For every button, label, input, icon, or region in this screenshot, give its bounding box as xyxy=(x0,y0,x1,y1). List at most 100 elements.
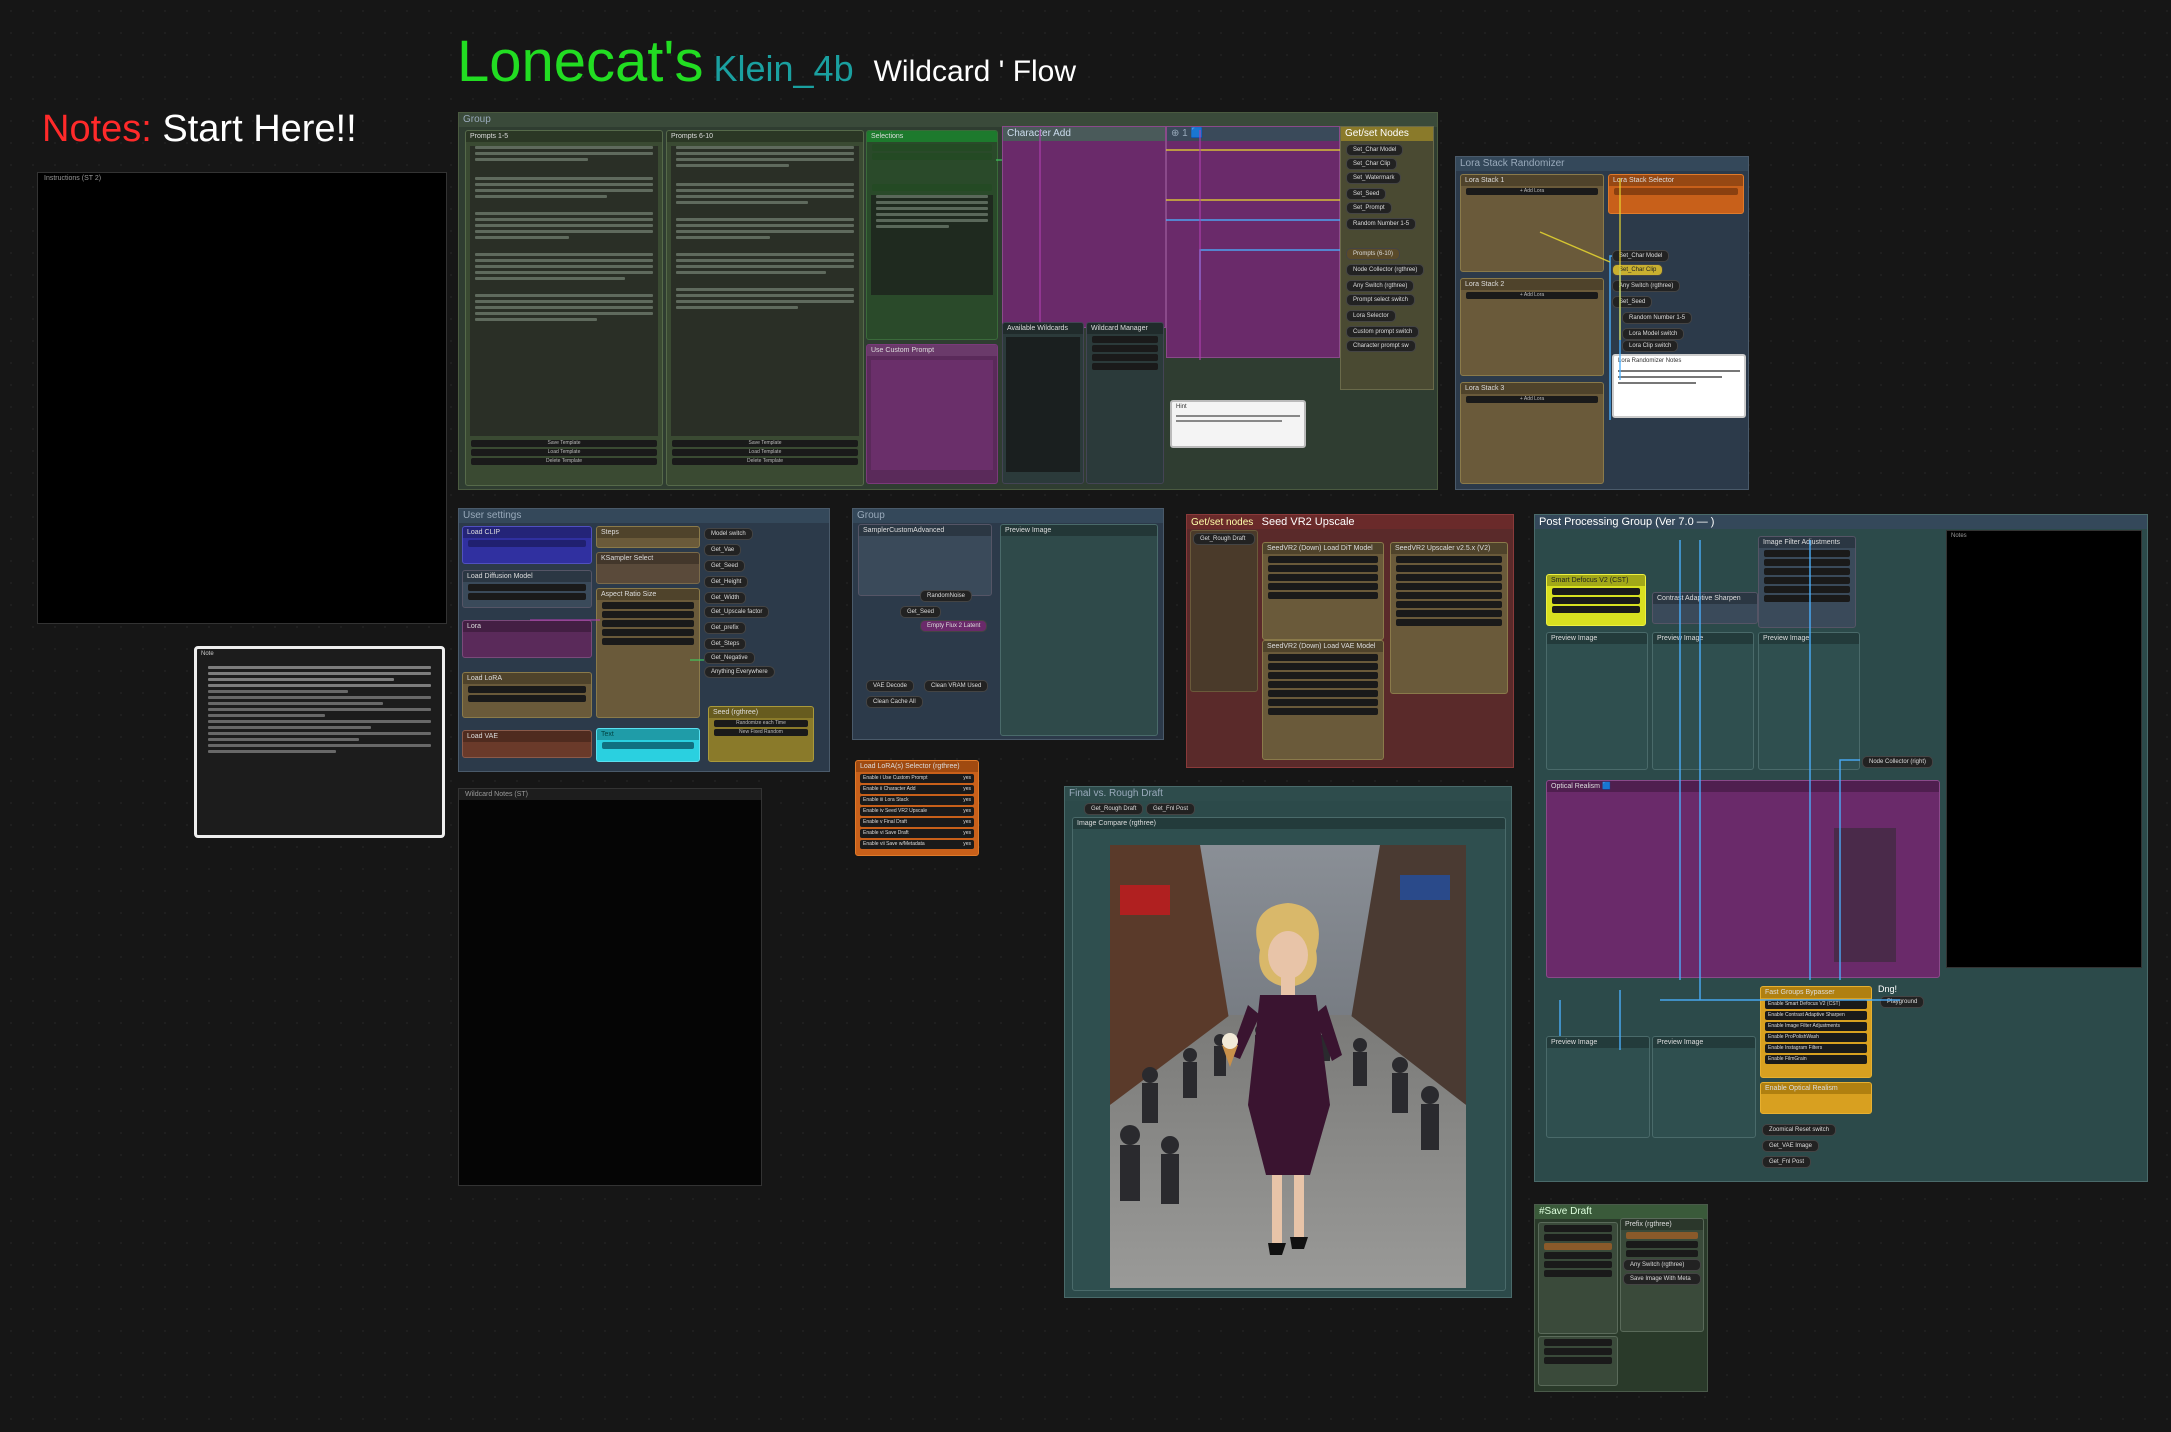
save-image-meta[interactable]: Save Image With Meta xyxy=(1623,1273,1701,1285)
toggle-row[interactable]: Enable i Use Custom Prompt yes xyxy=(860,774,974,783)
prompts-6-10-node[interactable]: Prompts 6-10 Save Template Load Template… xyxy=(666,130,864,486)
load-vae-node[interactable]: Load VAE xyxy=(462,730,592,758)
any-switch[interactable]: Any Switch (rgthree) xyxy=(1346,280,1415,292)
lora-stack-selector-node[interactable]: Lora Stack Selector xyxy=(1608,174,1744,214)
model-switch[interactable]: Model switch xyxy=(704,528,753,540)
pp-toggle-row[interactable]: Enable ProPolishWash xyxy=(1765,1033,1867,1042)
set-prompt[interactable]: Set_Prompt xyxy=(1346,202,1392,214)
seed-rgthree-node[interactable]: Seed (rgthree) Randomize each Time New F… xyxy=(708,706,814,762)
lora-selector[interactable]: Lora Selector xyxy=(1346,310,1396,322)
get-fnl-post[interactable]: Get_Fnl Post xyxy=(1762,1156,1812,1168)
any-switch-save[interactable]: Any Switch (rgthree) xyxy=(1623,1259,1701,1271)
pp-toggle-row[interactable]: Enable Contrast Adaptive Sharpen xyxy=(1765,1011,1867,1020)
get-prefix[interactable]: Get_prefix xyxy=(704,622,746,634)
toggle-row[interactable]: Enable v Final Draft yes xyxy=(860,818,974,827)
preview-image-pp-3[interactable]: Preview Image xyxy=(1758,632,1860,770)
node-collector[interactable]: Node Collector (rgthree) xyxy=(1346,264,1425,276)
set-seed[interactable]: Set_Seed xyxy=(1346,188,1387,200)
get-negative[interactable]: Get_Negative xyxy=(704,652,755,664)
vae-decode[interactable]: VAE Decode xyxy=(866,680,914,692)
toggle-state[interactable]: yes xyxy=(963,774,971,783)
prompt-select-switch[interactable]: Prompt select switch xyxy=(1346,294,1416,306)
get-seed[interactable]: Get_Seed xyxy=(704,560,746,572)
get-height[interactable]: Get_Height xyxy=(704,576,749,588)
lora-stack-2-node[interactable]: Lora Stack 2 + Add Lora xyxy=(1460,278,1604,376)
toggle-row[interactable]: Enable vi Save Draft yes xyxy=(860,829,974,838)
load-clip-node[interactable]: Load CLIP xyxy=(462,526,592,564)
get-rough-draft-pill[interactable]: Get_Rough Draft xyxy=(1193,533,1255,545)
save-draft-lower-node[interactable] xyxy=(1538,1336,1618,1386)
pp-toggle-row[interactable]: Enable Image Filter Adjustments xyxy=(1765,1022,1867,1031)
preview-image-pp-4[interactable]: Preview Image xyxy=(1546,1036,1650,1138)
text-node-cyan[interactable]: Text xyxy=(596,728,700,762)
save-draft-output-node[interactable]: Prefix (rgthree) Any Switch (rgthree) Sa… xyxy=(1620,1218,1704,1332)
randomize-each-time[interactable]: Randomize each Time xyxy=(714,720,808,727)
load-diffusion-node[interactable]: Load Diffusion Model xyxy=(462,570,592,608)
contrast-sharpen-node[interactable]: Contrast Adaptive Sharpen xyxy=(1652,592,1758,624)
load-lora-node[interactable]: Load LoRA xyxy=(462,672,592,718)
save-template-button-2[interactable]: Save Template xyxy=(672,440,858,447)
getset2-list-node[interactable]: Get_Rough Draft xyxy=(1190,530,1258,692)
toggle-state[interactable]: yes xyxy=(963,818,971,827)
lora-clip-switch[interactable]: Lora Clip switch xyxy=(1622,340,1679,352)
set-char-model[interactable]: Set_Char Model xyxy=(1346,144,1404,156)
get-width[interactable]: Get_Width xyxy=(704,592,747,604)
load-template-button-2[interactable]: Load Template xyxy=(672,449,858,456)
preview-image-pp-1[interactable]: Preview Image xyxy=(1546,632,1648,770)
any-switch-2[interactable]: Any Switch (rgthree) xyxy=(1612,280,1681,292)
node-collector-right[interactable]: Node Collector (right) xyxy=(1862,756,1934,768)
save-template-button-1[interactable]: Save Template xyxy=(471,440,657,447)
ksampler-select-node[interactable]: KSampler Select xyxy=(596,552,700,584)
pp-toggle-row[interactable]: Enable FilmGrain xyxy=(1765,1055,1867,1064)
save-draft-inputs-node[interactable] xyxy=(1538,1222,1618,1334)
delete-template-button-1[interactable]: Delete Template xyxy=(471,458,657,465)
group-character-add[interactable]: Character Add xyxy=(1002,126,1166,328)
available-wildcards-node[interactable]: Available Wildcards xyxy=(1002,322,1084,484)
toggle-state[interactable]: yes xyxy=(963,807,971,816)
character-prompt-switch[interactable]: Character prompt sw xyxy=(1346,340,1416,352)
set-char-clip[interactable]: Set_Char Clip xyxy=(1346,158,1398,170)
new-fixed-random[interactable]: New Fixed Random xyxy=(714,729,808,736)
add-lora-button-1[interactable]: + Add Lora xyxy=(1466,188,1598,195)
add-lora-button-3[interactable]: + Add Lora xyxy=(1466,396,1598,403)
set-char-model-2[interactable]: Set_Char Model xyxy=(1612,250,1670,262)
get-vae-image[interactable]: Get_VAE Image xyxy=(1762,1140,1819,1152)
empty-flux-latent[interactable]: Empty Flux 2 Latent xyxy=(920,620,988,632)
clean-vram[interactable]: Clean VRAM Used xyxy=(924,680,989,692)
add-lora-button-2[interactable]: + Add Lora xyxy=(1466,292,1598,299)
load-template-button-1[interactable]: Load Template xyxy=(471,449,657,456)
toggle-row[interactable]: Enable iii Lora Stack yes xyxy=(860,796,974,805)
seedvr2-upscaler-node[interactable]: SeedVR2 Upscaler v2.5.x (V2) xyxy=(1390,542,1508,694)
toggle-row[interactable]: Enable vii Save w/Metadata yes xyxy=(860,840,974,849)
delete-template-button-2[interactable]: Delete Template xyxy=(672,458,858,465)
pp-toggle-row[interactable]: Enable Smart Defocus V2 (CST) xyxy=(1765,1000,1867,1009)
toggle-state[interactable]: yes xyxy=(963,796,971,805)
get-vae[interactable]: Get_Vae xyxy=(704,544,742,556)
random-number[interactable]: Random Number 1-5 xyxy=(1346,218,1417,230)
preview-image-node-1[interactable]: Preview Image xyxy=(1000,524,1158,736)
lora-node-user[interactable]: Lora xyxy=(462,620,592,658)
random-number-2[interactable]: Random Number 1-5 xyxy=(1622,312,1693,324)
prompts-1-5-node[interactable]: Prompts 1-5 Save Template Load Template … xyxy=(465,130,663,486)
toggle-state[interactable]: yes xyxy=(963,829,971,838)
selections-node[interactable]: Selections xyxy=(866,130,998,340)
aspect-ratio-node[interactable]: Aspect Ratio Size xyxy=(596,588,700,718)
get-steps[interactable]: Get_Steps xyxy=(704,638,747,650)
zoom-reset-switch[interactable]: Zoomical Reset switch xyxy=(1762,1124,1837,1136)
toggle-state[interactable]: yes xyxy=(963,840,971,849)
custom-prompt-switch[interactable]: Custom prompt switch xyxy=(1346,326,1420,338)
toggle-row[interactable]: Enable iv Seed VR2 Upscale yes xyxy=(860,807,974,816)
sampler-custom-node[interactable]: SamplerCustomAdvanced xyxy=(858,524,992,596)
wildcard-manager-node[interactable]: Wildcard Manager xyxy=(1086,322,1164,484)
preview-image-pp-2[interactable]: Preview Image xyxy=(1652,632,1754,770)
lora-stack-1-node[interactable]: Lora Stack 1 + Add Lora xyxy=(1460,174,1604,272)
steps-node[interactable]: Steps xyxy=(596,526,700,548)
prompts-6-10-text[interactable] xyxy=(671,146,859,436)
smart-defocus-node[interactable]: Smart Defocus V2 (CST) xyxy=(1546,574,1646,626)
playground-pill[interactable]: Playground xyxy=(1880,996,1925,1008)
use-custom-prompt-node[interactable]: Use Custom Prompt xyxy=(866,344,998,484)
random-noise[interactable]: RandomNoise xyxy=(920,590,973,602)
hint-note[interactable]: Hint xyxy=(1170,400,1306,448)
image-filter-node[interactable]: Image Filter Adjustments xyxy=(1758,536,1856,628)
optical-realism-toggle-node[interactable]: Enable Optical Realism xyxy=(1760,1082,1872,1114)
